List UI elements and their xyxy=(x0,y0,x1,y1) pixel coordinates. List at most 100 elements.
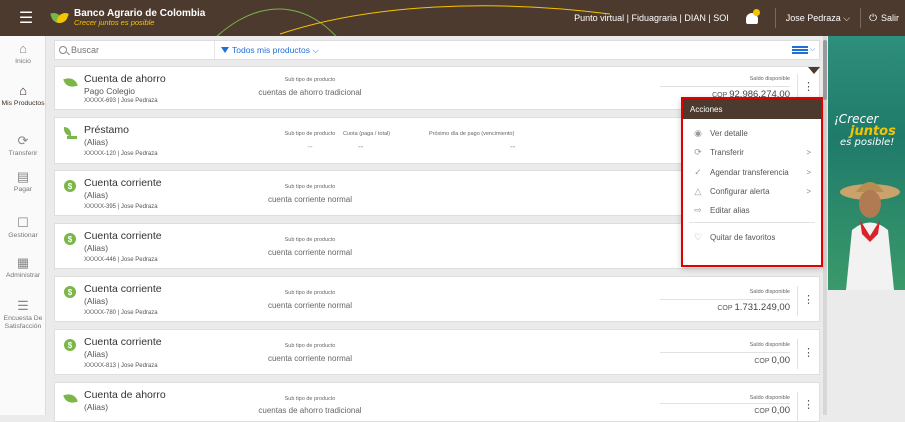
more-options-icon[interactable]: ⋮ xyxy=(803,82,814,93)
divider xyxy=(797,392,798,422)
menu-item-agendar-transferencia[interactable]: ✓ Agendar transferencia > xyxy=(683,165,821,179)
edit-icon: ⇨ xyxy=(694,204,702,215)
bank-brand[interactable]: Banco Agrario de Colombia Crecer juntos … xyxy=(74,8,205,27)
nav-item-inicio[interactable]: ⌂ Inicio xyxy=(0,42,46,66)
more-options-icon[interactable]: ⋮ xyxy=(803,295,814,306)
subtype-value: -- xyxy=(307,142,313,151)
view-toggle[interactable]: ⌵ xyxy=(791,46,815,54)
header-decoration xyxy=(216,5,610,36)
list-view-icon xyxy=(791,46,808,54)
subtype-label: Sub tipo de producto xyxy=(284,237,336,243)
bank-logo-icon xyxy=(50,10,69,26)
balance-value: COP 1.731.249,00 xyxy=(660,302,790,313)
product-alias: (Alias) xyxy=(84,137,109,147)
product-alias: (Alias) xyxy=(84,190,109,200)
subtype-label: Sub tipo de producto xyxy=(284,396,336,402)
notification-bell-icon[interactable] xyxy=(739,0,765,36)
menu-item-transferir[interactable]: ⟳ Transferir > xyxy=(683,145,821,159)
balance-value: COP 0,00 xyxy=(660,355,790,366)
menu-item-label: Editar alias xyxy=(710,205,750,215)
product-card[interactable]: $ Cuenta corriente (Alias) XXXXX-813 | J… xyxy=(54,329,820,375)
menu-item-quitar-favoritos[interactable]: ♡ Quitar de favoritos xyxy=(683,230,821,244)
menu-divider xyxy=(689,222,815,223)
product-name: Cuenta corriente xyxy=(84,283,162,295)
main-scrollbar[interactable] xyxy=(823,36,827,415)
product-filter-dropdown[interactable]: Todos mis productos ⌵ xyxy=(215,45,319,56)
nav-label: Pagar xyxy=(13,186,33,193)
nav-item-administrar[interactable]: ▦ Administrar xyxy=(0,256,46,280)
product-alias: (Alias) xyxy=(84,296,109,306)
currency: COP xyxy=(754,358,770,365)
scrollbar-thumb[interactable] xyxy=(823,40,827,100)
dollar-coin-icon: $ xyxy=(64,286,76,298)
search-box[interactable] xyxy=(55,41,215,59)
actions-dropdown-menu: Acciones ◉ Ver detalle ⟳ Transferir > ✓ … xyxy=(681,97,823,267)
balance-label: Saldo disponible xyxy=(749,76,790,82)
nav-item-pagar[interactable]: ▤ Pagar xyxy=(0,170,46,194)
dollar-coin-icon: $ xyxy=(64,180,76,192)
product-alias: Pago Colegio xyxy=(84,86,136,96)
bank-building-icon: ⌂ xyxy=(19,83,27,98)
home-icon: ⌂ xyxy=(19,41,27,56)
nav-label: Gestionar xyxy=(8,232,38,239)
subtype-label: Sub tipo de producto xyxy=(284,184,336,190)
nav-item-encuesta[interactable]: ☰ Encuesta De Satisfacción xyxy=(0,299,46,331)
menu-item-ver-detalle[interactable]: ◉ Ver detalle xyxy=(683,126,821,140)
nav-item-mis-productos[interactable]: ⌂ Mis Productos xyxy=(0,84,46,108)
menu-item-label: Configurar alerta xyxy=(710,186,770,196)
product-account: XXXXX-780 | Jose Pedraza xyxy=(84,310,158,316)
hamburger-menu-icon[interactable]: ☰ xyxy=(0,0,52,36)
nav-item-gestionar[interactable]: ☐ Gestionar xyxy=(0,216,46,240)
menu-item-configurar-alerta[interactable]: △ Configurar alerta > xyxy=(683,184,821,198)
subtype-value: cuenta corriente normal xyxy=(267,354,353,363)
promo-banner[interactable]: ¡Crecer juntos es posible! xyxy=(828,36,905,290)
power-icon: ⏻ xyxy=(869,12,877,24)
dollar-coin-icon: $ xyxy=(64,339,76,351)
more-options-icon[interactable]: ⋮ xyxy=(803,400,814,411)
divider xyxy=(660,86,790,87)
balance-label: Saldo disponible xyxy=(749,289,790,295)
product-card[interactable]: Cuenta de ahorro (Alias) Sub tipo de pro… xyxy=(54,382,820,422)
survey-icon: ☰ xyxy=(17,298,29,313)
subtype-value: cuentas de ahorro tradicional xyxy=(258,88,362,97)
header-links[interactable]: Punto virtual | Fiduagraria | DIAN | SOI xyxy=(574,13,739,23)
logout-button[interactable]: ⏻ Salir xyxy=(861,13,905,24)
nav-label: Inicio xyxy=(15,58,31,65)
balance-amount: 0,00 xyxy=(771,355,791,366)
loan-icon xyxy=(64,127,77,139)
menu-title: Acciones xyxy=(683,99,821,119)
chevron-down-icon: ⌵ xyxy=(809,46,815,53)
filter-label: Todos mis productos ⌵ xyxy=(232,44,319,55)
currency: COP xyxy=(717,305,733,312)
nav-label: Administrar xyxy=(5,272,41,279)
more-options-icon[interactable]: ⋮ xyxy=(803,348,814,359)
product-account: XXXXX-120 | Jose Pedraza xyxy=(84,151,158,157)
product-account: XXXXX-693 | Jose Pedraza xyxy=(84,98,158,104)
grid-icon: ▦ xyxy=(16,255,30,270)
subtype-value: cuenta corriente normal xyxy=(267,195,353,204)
product-account: XXXXX-813 | Jose Pedraza xyxy=(84,363,158,369)
favorite-flag-icon xyxy=(808,67,820,74)
product-name: Cuenta de ahorro xyxy=(84,73,166,85)
balance-amount: 1.731.249,00 xyxy=(734,302,790,313)
next-payment-label: Próximo día de pago (vencimiento) xyxy=(429,131,515,137)
subtype-label: Sub tipo de producto xyxy=(284,131,336,137)
search-input[interactable] xyxy=(71,45,201,55)
nav-label: Mis Productos xyxy=(1,100,45,107)
menu-item-editar-alias[interactable]: ⇨ Editar alias xyxy=(683,203,821,217)
chevron-right-icon: > xyxy=(806,186,811,196)
savings-leaf-icon xyxy=(63,76,78,89)
subtype-value: cuenta corriente normal xyxy=(267,248,353,257)
balance-amount: 0,00 xyxy=(771,405,791,416)
nav-item-transferir[interactable]: ⟳ Transferir xyxy=(0,134,46,158)
dollar-coin-icon: $ xyxy=(64,233,76,245)
bell-icon: △ xyxy=(694,185,702,196)
menu-item-label: Ver detalle xyxy=(710,128,748,138)
subtype-value: cuenta corriente normal xyxy=(267,301,353,310)
search-icon xyxy=(59,46,67,54)
farmer-photo xyxy=(840,182,900,290)
savings-leaf-icon xyxy=(63,392,78,405)
product-card[interactable]: $ Cuenta corriente (Alias) XXXXX-780 | J… xyxy=(54,276,820,322)
user-menu[interactable]: Jose Pedraza ⌵ xyxy=(776,13,860,24)
pay-icon: ▤ xyxy=(16,169,30,184)
